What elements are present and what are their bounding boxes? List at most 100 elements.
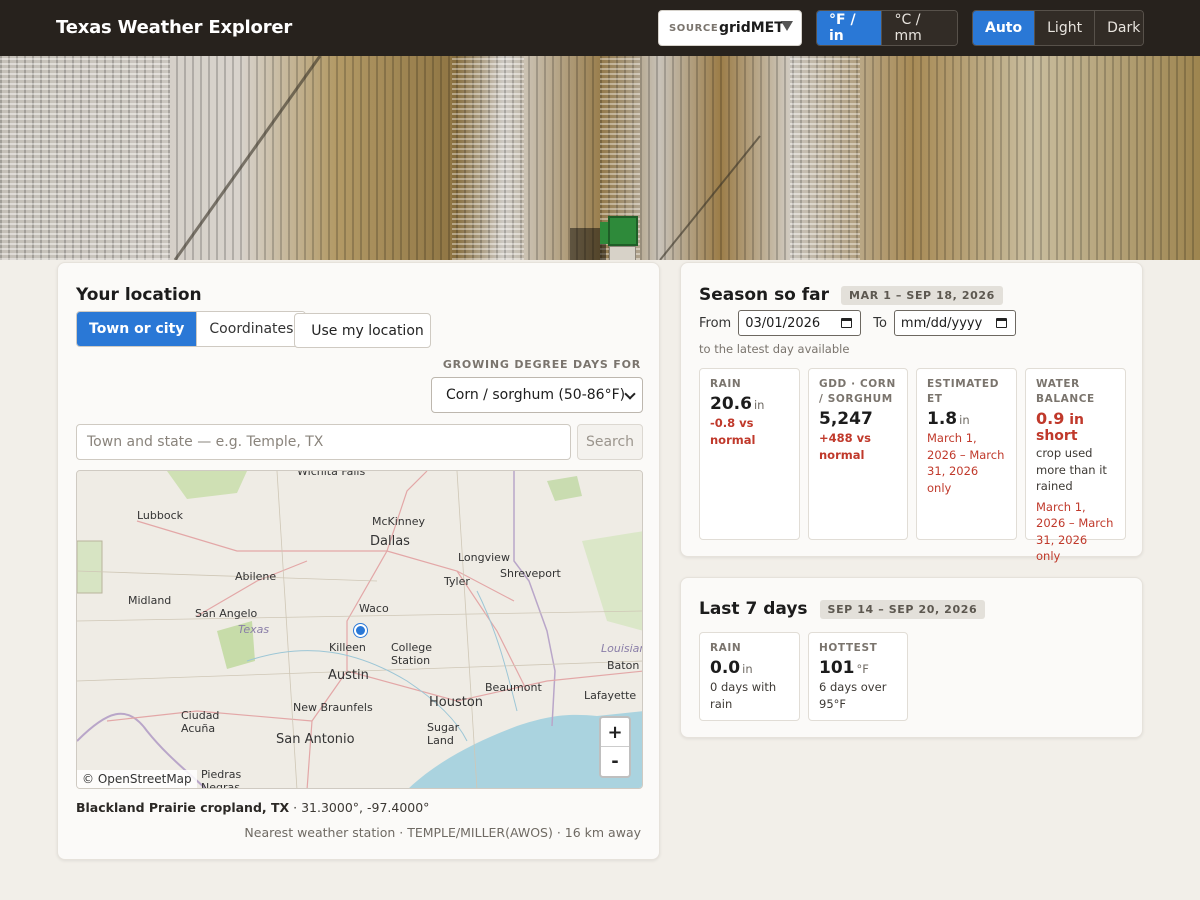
season-card: Season so far MAR 1 – SEP 18, 2026 From … — [680, 262, 1143, 563]
stat-value: 101 — [819, 658, 855, 678]
harvester-image — [570, 166, 640, 260]
map-label: Austin — [328, 668, 369, 683]
map-label: Waco — [359, 602, 389, 615]
stat-label: GDD · CORN / SORGHUM — [819, 378, 896, 405]
map-label: Shreveport — [500, 567, 561, 580]
theme-light-button[interactable]: Light — [1034, 11, 1095, 45]
stat-label: RAIN — [710, 642, 742, 654]
map-label: Beaumont — [485, 681, 542, 694]
stat-unit: °F — [856, 662, 869, 676]
stat-detail: 0 days with rain — [710, 680, 777, 711]
map-label: Killeen — [329, 641, 366, 654]
season-rain-stat: RAIN 20.6 in -0.8 vs normal — [699, 368, 800, 540]
stat-detail: +488 vs normal — [819, 431, 871, 462]
use-my-location-button[interactable]: Use my location — [294, 313, 431, 348]
map-label: Wichita Falls — [297, 470, 366, 478]
stat-unit: in — [742, 662, 753, 676]
source-select[interactable]: SOURCE gridMET — [658, 10, 802, 46]
stat-value: 0.0 — [710, 658, 741, 678]
nearest-station: Nearest weather station · TEMPLE/MILLER(… — [244, 825, 641, 840]
location-map[interactable]: Wichita Falls Lubbock McKinney Dallas Lo… — [76, 470, 643, 789]
stat-unit: in — [959, 413, 970, 427]
map-label: Lubbock — [137, 509, 184, 522]
last-7-title: Last 7 days — [699, 599, 808, 619]
search-button[interactable]: Search — [577, 424, 643, 460]
stat-label: WATER BALANCE — [1036, 378, 1095, 405]
town-search-input[interactable]: Town and state — e.g. Temple, TX — [76, 424, 571, 460]
map-label: Louisiana — [601, 642, 642, 655]
calendar-icon — [995, 318, 1007, 328]
location-pin-icon[interactable] — [354, 624, 367, 637]
location-title: Your location — [76, 285, 202, 305]
units-imperial-button[interactable]: °F / in — [817, 11, 882, 45]
zoom-out-button[interactable]: - — [601, 747, 629, 776]
stat-detail: crop used more than it rained — [1036, 446, 1107, 493]
source-value: gridMET — [719, 20, 784, 36]
map-label: Houston — [429, 695, 484, 710]
chevron-down-icon — [624, 388, 636, 400]
theme-auto-button[interactable]: Auto — [973, 11, 1035, 45]
map-label: San Antonio — [276, 732, 355, 747]
tab-town-or-city[interactable]: Town or city — [77, 312, 197, 346]
map-label: Abilene — [235, 570, 277, 583]
selected-location: Blackland Prairie cropland, TX · 31.3000… — [76, 800, 429, 815]
from-date-input[interactable]: 03/01/2026 — [738, 310, 862, 336]
caret-down-icon — [781, 21, 793, 31]
season-title: Season so far — [699, 285, 830, 305]
place-coords: · 31.3000°, -97.4000° — [293, 800, 430, 815]
tab-coordinates[interactable]: Coordinates — [196, 312, 306, 346]
week-rain-stat: RAIN 0.0 in 0 days with rain — [699, 632, 800, 721]
season-water-balance-stat: WATER BALANCE 0.9 in short crop used mor… — [1025, 368, 1126, 563]
map-label: Sugar Land — [427, 721, 460, 747]
stat-detail: 6 days over 95°F — [819, 680, 887, 711]
map-attribution[interactable]: © OpenStreetMap — [77, 770, 197, 788]
theme-dark-button[interactable]: Dark — [1094, 11, 1143, 45]
season-gdd-stat: GDD · CORN / SORGHUM 5,247 +488 vs norma… — [808, 368, 908, 540]
stat-value: 1.8 — [927, 409, 958, 429]
map-label: McKinney — [372, 515, 426, 528]
map-label: Ciudad Acuña — [181, 709, 220, 735]
place-name: Blackland Prairie cropland, TX — [76, 800, 290, 815]
week-hottest-stat: HOTTEST 101 °F 6 days over 95°F — [808, 632, 908, 721]
map-label: Baton — [607, 659, 640, 672]
map-label: San Angelo — [195, 607, 258, 620]
gdd-label: GROWING DEGREE DAYS FOR — [442, 358, 641, 371]
map-label: College Station — [391, 641, 433, 667]
season-range-badge: MAR 1 – SEP 18, 2026 — [841, 285, 1003, 305]
season-date-range: From 03/01/2026 To mm/dd/yyyy — [699, 310, 1016, 336]
from-date-value: 03/01/2026 — [745, 315, 821, 331]
stat-detail: March 1, 2026 – March 31, 2026 only — [927, 431, 1005, 495]
gdd-crop-value: Corn / sorghum (50-86°F) — [446, 387, 626, 403]
calendar-icon — [841, 318, 853, 328]
to-date-input[interactable]: mm/dd/yyyy — [893, 310, 1016, 336]
map-zoom-control: + - — [599, 716, 631, 778]
units-toggle: °F / in °C / mm — [816, 10, 958, 46]
map-label: Piedras Negras — [201, 768, 242, 789]
map-label: New Braunfels — [293, 701, 373, 714]
map-label: Midland — [128, 594, 172, 607]
date-note: to the latest day available — [699, 342, 850, 356]
stat-unit: in — [753, 398, 765, 412]
top-bar: Texas Weather Explorer SOURCE gridMET °F… — [0, 0, 1200, 56]
stat-value: 5,247 — [819, 409, 873, 429]
source-label: SOURCE — [669, 23, 719, 34]
zoom-in-button[interactable]: + — [601, 718, 629, 747]
stat-detail-period: March 1, 2026 – March 31, 2026 only — [1036, 499, 1114, 564]
to-date-value: mm/dd/yyyy — [900, 315, 983, 331]
season-et-stat: ESTIMATED ET 1.8 in March 1, 2026 – March… — [916, 368, 1017, 540]
from-label: From — [699, 315, 732, 331]
location-mode-tabs: Town or city Coordinates — [76, 311, 307, 347]
stat-label: HOTTEST — [819, 642, 878, 654]
search-placeholder: Town and state — e.g. Temple, TX — [87, 434, 324, 450]
map-label: Tyler — [444, 575, 470, 588]
map-label: Dallas — [370, 534, 410, 549]
stat-value: 20.6 — [710, 394, 752, 414]
stat-value: 0.9 — [1036, 409, 1065, 428]
stat-detail: -0.8 vs normal — [710, 416, 756, 447]
map-label: Texas — [238, 623, 270, 636]
gdd-crop-select[interactable]: Corn / sorghum (50-86°F) — [431, 377, 643, 413]
stat-label: RAIN — [710, 378, 742, 390]
theme-toggle: Auto Light Dark — [972, 10, 1144, 46]
units-metric-button[interactable]: °C / mm — [881, 11, 957, 45]
app-title: Texas Weather Explorer — [56, 17, 293, 38]
